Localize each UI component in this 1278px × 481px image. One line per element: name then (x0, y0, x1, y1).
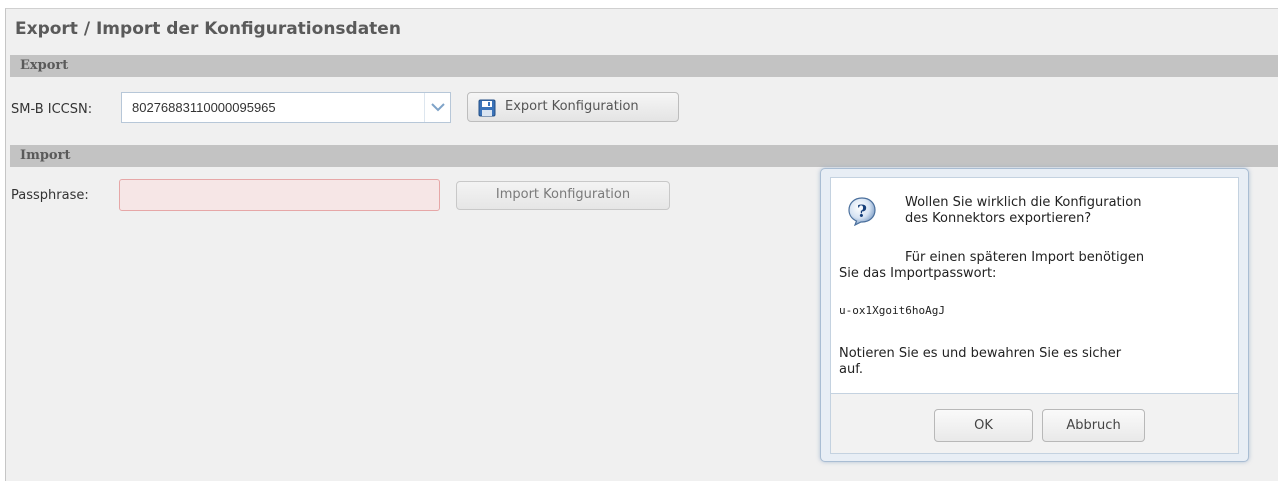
dialog-info-line-2: Sie das Importpasswort: (839, 266, 997, 281)
dialog-body: ? Wollen Sie wirklich die Konfiguration … (830, 177, 1239, 394)
dialog-footer: OK Abbruch (830, 394, 1239, 454)
ok-button[interactable]: OK (934, 409, 1033, 442)
import-config-label: Import Konfiguration (495, 187, 631, 202)
passphrase-input[interactable] (119, 179, 440, 211)
question-icon: ? (848, 197, 876, 226)
iccsn-dropdown-trigger[interactable] (424, 93, 450, 122)
export-section-header: Export (10, 55, 1278, 77)
dialog-info-line-1: Für einen späteren Import benötigen (905, 250, 1145, 265)
import-password: u-ox1Xgoit6hoAgJ (839, 304, 945, 317)
import-section-title: Import (20, 148, 71, 163)
svg-text:?: ? (857, 202, 867, 222)
import-config-button[interactable]: Import Konfiguration (456, 181, 670, 210)
dialog-note-line-1: Notieren Sie es und bewahren Sie es sich… (839, 346, 1122, 361)
confirm-export-dialog: ? Wollen Sie wirklich die Konfiguration … (820, 168, 1249, 462)
dialog-question-line-2: des Konnektors exportieren? (905, 211, 1092, 226)
import-section-header: Import (10, 145, 1278, 167)
export-config-button[interactable]: Export Konfiguration (467, 92, 679, 122)
passphrase-label: Passphrase: (11, 188, 89, 203)
export-section-title: Export (20, 58, 69, 73)
dialog-question-line-1: Wollen Sie wirklich die Konfiguration (905, 195, 1142, 210)
iccsn-label: SM-B ICCSN: (11, 102, 93, 117)
iccsn-select-value: 80276883110000095965 (132, 100, 276, 115)
dialog-note-line-2: auf. (839, 362, 863, 377)
iccsn-select[interactable]: 80276883110000095965 (121, 92, 451, 123)
floppy-disk-icon (478, 99, 496, 117)
export-config-label: Export Konfiguration (505, 99, 639, 114)
chevron-down-icon (431, 103, 445, 112)
page-title: Export / Import der Konfigurationsdaten (15, 19, 401, 39)
cancel-button[interactable]: Abbruch (1042, 409, 1145, 442)
